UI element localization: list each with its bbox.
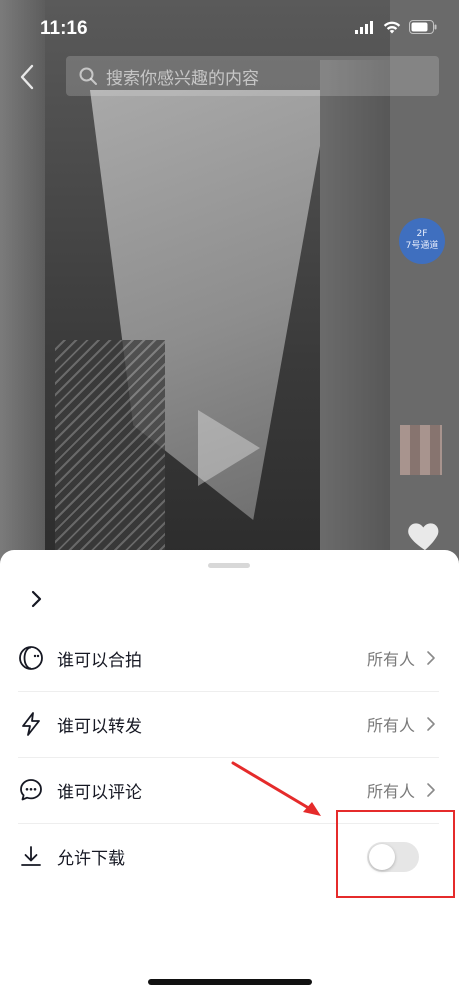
video-frame-column (320, 60, 390, 600)
play-icon[interactable] (198, 410, 260, 486)
search-placeholder: 搜索你感兴趣的内容 (106, 68, 259, 89)
status-bar: 11:16 (0, 0, 459, 56)
sign-line-1: 2F (416, 229, 428, 239)
red-arrow-annotation (231, 761, 321, 816)
repost-permission-label: 谁可以转发 (57, 716, 142, 737)
repost-permission-row[interactable]: 谁可以转发 所有人 (18, 691, 439, 758)
duet-permission-value: 所有人 (366, 650, 415, 669)
video-frame-sign: 2F 7号通道 (399, 218, 445, 264)
sign-line-2: 7号通道 (405, 241, 439, 251)
search-icon (79, 67, 97, 85)
chevron-right-icon (427, 783, 435, 797)
chevron-right-icon (427, 651, 435, 665)
back-arrow-icon[interactable] (14, 62, 44, 92)
search-input[interactable]: 搜索你感兴趣的内容 (66, 56, 439, 96)
status-icons (355, 20, 437, 34)
video-frame-blurred-avatar (400, 425, 442, 475)
comment-icon (20, 779, 42, 801)
wifi-icon (383, 21, 401, 33)
duet-icon (19, 646, 43, 670)
repost-permission-value: 所有人 (366, 716, 415, 735)
drag-handle[interactable] (208, 563, 250, 568)
heart-icon[interactable] (405, 515, 445, 555)
duet-permission-row[interactable]: 谁可以合拍 所有人 (18, 625, 439, 692)
red-highlight-box (336, 810, 455, 898)
chevron-right-icon[interactable] (25, 588, 47, 610)
battery-icon (409, 20, 437, 34)
chevron-right-icon (427, 717, 435, 731)
status-time: 11:16 (40, 18, 88, 39)
cellular-signal-icon (355, 20, 373, 34)
lightning-icon (22, 712, 40, 736)
comment-permission-value: 所有人 (366, 782, 415, 801)
video-frame-stairs (55, 340, 165, 560)
download-icon (21, 846, 41, 866)
duet-permission-label: 谁可以合拍 (57, 650, 142, 671)
home-indicator (148, 979, 312, 985)
